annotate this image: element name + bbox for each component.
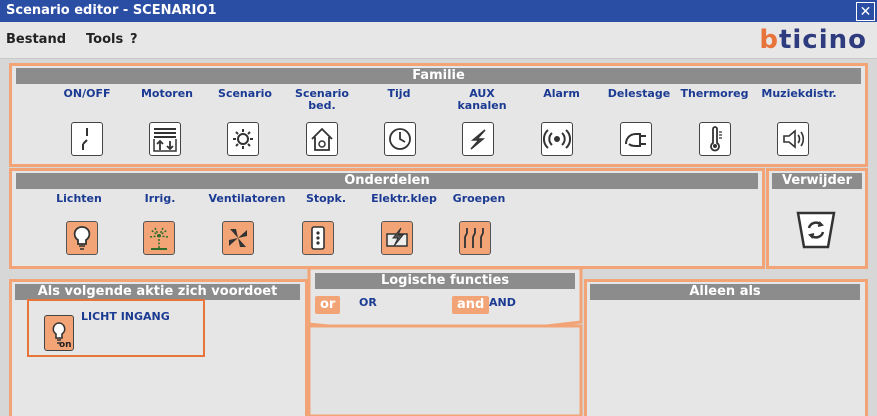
motor-shutter-icon[interactable] — [149, 122, 181, 156]
als-panel: Als volgende aktie zich voordoet on LICH… — [9, 279, 308, 416]
onderdelen-label-lichten: Lichten — [56, 192, 102, 205]
switch-icon[interactable] — [71, 122, 103, 156]
groups-icon[interactable] — [459, 221, 491, 255]
irrigation-icon[interactable] — [143, 221, 175, 255]
logische-panel: Logische functies or OR and AND — [307, 266, 583, 416]
valve-icon[interactable] — [381, 221, 413, 255]
action-label: LICHT INGANG — [81, 310, 170, 323]
familie-title: Familie — [16, 68, 861, 84]
familie-label-alarm: Alarm — [543, 87, 580, 100]
and-label: AND — [489, 296, 516, 309]
onderdelen-title: Onderdelen — [16, 173, 758, 189]
familie-label-scenario: Scenario — [218, 87, 272, 100]
als-title: Als volgende aktie zich voordoet — [15, 284, 300, 300]
window-title: Scenario editor - SCENARIO1 — [6, 3, 217, 18]
fan-icon[interactable] — [222, 221, 254, 255]
scenario-house-icon[interactable] — [306, 122, 338, 156]
on-badge: on — [59, 340, 72, 350]
verwijder-panel: Verwijder — [766, 168, 868, 269]
or-label: OR — [359, 296, 377, 309]
onderdelen-label-groepen: Groepen — [452, 192, 506, 205]
alarm-icon[interactable] — [541, 122, 573, 156]
onderdelen-panel: Onderdelen Lichten Irrig. Ventilatoren S… — [9, 168, 765, 269]
lightbulb-icon[interactable] — [66, 221, 98, 255]
logische-title: Logische functies — [315, 273, 575, 289]
menu-bar: Bestand Tools ? bticino — [0, 22, 877, 59]
familie-label-scenario-bed: Scenario bed. — [295, 87, 349, 112]
plug-icon[interactable] — [620, 122, 652, 156]
and-button[interactable]: and — [452, 296, 490, 314]
familie-label-motoren: Motoren — [140, 87, 194, 100]
action-item[interactable]: on LICHT INGANG — [27, 299, 205, 357]
familie-label-aux: AUX kanalen — [457, 87, 507, 112]
familie-label-onoff: ON/OFF — [63, 87, 111, 100]
menu-help[interactable]: ? — [130, 32, 138, 47]
trash-recycle-icon[interactable] — [795, 209, 837, 251]
lightning-icon[interactable] — [462, 122, 494, 156]
menu-tools[interactable]: Tools — [86, 32, 123, 47]
familie-label-tijd: Tijd — [387, 87, 411, 100]
socket-icon[interactable] — [302, 221, 334, 255]
familie-panel: Familie ON/OFF Motoren Scenario Scenario… — [9, 63, 868, 167]
onderdelen-label-ventilatoren: Ventilatoren — [208, 192, 286, 205]
familie-label-delestage: Delestage — [607, 87, 671, 100]
close-button[interactable]: ✕ — [856, 2, 875, 21]
onderdelen-label-elektrklep: Elektr.klep — [371, 192, 437, 205]
scenario-icon[interactable] — [227, 122, 259, 156]
familie-label-thermoreg: Thermoreg — [680, 87, 749, 100]
alleen-panel: Alleen als — [584, 279, 868, 416]
onderdelen-label-irrig: Irrig. — [144, 192, 176, 205]
familie-label-muziekdistr: Muziekdistr. — [761, 87, 837, 100]
brand-logo: bticino — [759, 25, 867, 55]
alleen-title: Alleen als — [590, 284, 860, 300]
speaker-icon[interactable] — [777, 122, 809, 156]
thermometer-icon[interactable] — [699, 122, 731, 156]
title-bar: Scenario editor - SCENARIO1 ✕ — [0, 0, 877, 22]
onderdelen-label-stopk: Stopk. — [305, 192, 347, 205]
verwijder-title: Verwijder — [772, 173, 862, 189]
clock-icon[interactable] — [384, 122, 416, 156]
menu-bestand[interactable]: Bestand — [6, 32, 66, 47]
or-button[interactable]: or — [315, 296, 341, 314]
